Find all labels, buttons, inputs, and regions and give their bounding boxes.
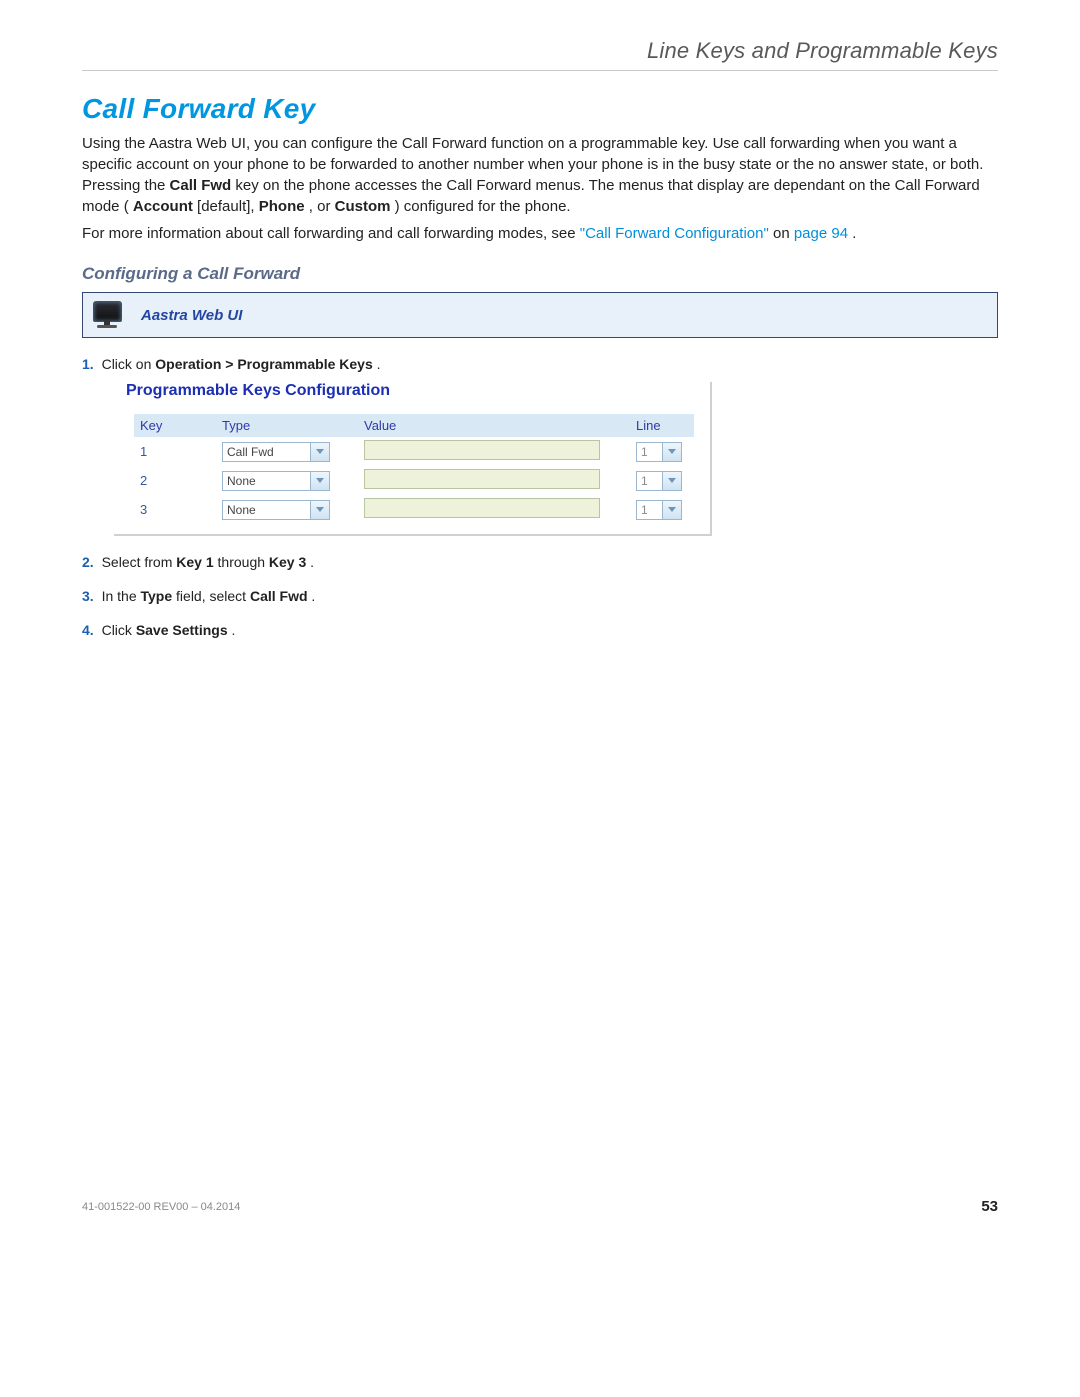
text: through xyxy=(218,554,269,570)
text: . xyxy=(310,554,314,570)
heading-call-forward-key: Call Forward Key xyxy=(82,93,998,125)
chevron-down-icon xyxy=(662,472,681,490)
type-dropdown-key2[interactable]: None xyxy=(222,471,330,491)
text-bold: Save Settings xyxy=(136,622,228,638)
link-page-94[interactable]: page 94 xyxy=(794,225,848,242)
text: . xyxy=(377,356,381,372)
text: on xyxy=(773,225,794,242)
intro-paragraph-1: Using the Aastra Web UI, you can configu… xyxy=(82,133,998,217)
aastra-web-ui-label: Aastra Web UI xyxy=(141,307,242,324)
line-dropdown-key2[interactable]: 1 xyxy=(636,471,682,491)
text-bold: Call Fwd xyxy=(170,177,232,194)
text: . xyxy=(232,622,236,638)
aastra-web-ui-box: Aastra Web UI xyxy=(82,292,998,338)
col-header-key: Key xyxy=(134,414,216,437)
doc-revision: 41-001522-00 REV00 – 04.2014 xyxy=(82,1201,240,1213)
step-3: 3. In the Type field, select Call Fwd . xyxy=(82,588,998,604)
text: . xyxy=(852,225,856,242)
value-input-key3[interactable] xyxy=(364,498,600,518)
link-call-forward-config[interactable]: "Call Forward Configuration" xyxy=(580,225,769,242)
text: . xyxy=(311,588,315,604)
text: Click on xyxy=(102,356,156,372)
col-header-value: Value xyxy=(358,414,630,437)
programmable-keys-table: Key Type Value Line 1 Call Fwd xyxy=(134,414,694,524)
text-bold: Account xyxy=(133,198,193,215)
dropdown-value: None xyxy=(227,503,256,517)
text-bold: Call Fwd xyxy=(250,588,308,604)
chevron-down-icon xyxy=(310,501,329,519)
step-4: 4. Click Save Settings . xyxy=(82,622,998,638)
text-bold: Key 3 xyxy=(269,554,306,570)
step-2: 2. Select from Key 1 through Key 3 . xyxy=(82,554,998,570)
text: ) configured for the phone. xyxy=(395,198,571,215)
text: field, select xyxy=(176,588,250,604)
value-input-key1[interactable] xyxy=(364,440,600,460)
text: In the xyxy=(102,588,141,604)
value-input-key2[interactable] xyxy=(364,469,600,489)
type-dropdown-key1[interactable]: Call Fwd xyxy=(222,442,330,462)
intro-paragraph-2: For more information about call forwardi… xyxy=(82,223,998,244)
text-bold: Key 1 xyxy=(176,554,213,570)
header-divider xyxy=(82,70,998,71)
programmable-keys-panel: Programmable Keys Configuration Key Type… xyxy=(114,382,712,536)
text: Select from xyxy=(102,554,177,570)
type-dropdown-key3[interactable]: None xyxy=(222,500,330,520)
text-bold: Phone xyxy=(259,198,305,215)
table-row: 2 None 1 xyxy=(134,466,694,495)
dropdown-value: 1 xyxy=(641,474,648,488)
cell-key: 3 xyxy=(134,495,216,524)
step-1: 1. Click on Operation > Programmable Key… xyxy=(82,356,998,372)
dropdown-value: 1 xyxy=(641,503,648,517)
text: Click xyxy=(102,622,136,638)
dropdown-value: Call Fwd xyxy=(227,445,274,459)
text-bold: Custom xyxy=(335,198,391,215)
monitor-icon xyxy=(93,301,127,329)
text: For more information about call forwardi… xyxy=(82,225,580,242)
dropdown-value: None xyxy=(227,474,256,488)
step-number: 1. xyxy=(82,356,94,372)
step-number: 3. xyxy=(82,588,94,604)
page-footer: 41-001522-00 REV00 – 04.2014 53 xyxy=(82,1198,998,1215)
line-dropdown-key3[interactable]: 1 xyxy=(636,500,682,520)
text-bold: Operation > Programmable Keys xyxy=(155,356,372,372)
step-number: 2. xyxy=(82,554,94,570)
step-number: 4. xyxy=(82,622,94,638)
cell-key: 1 xyxy=(134,437,216,466)
text: , or xyxy=(309,198,335,215)
col-header-line: Line xyxy=(630,414,694,437)
page-number: 53 xyxy=(981,1198,998,1215)
heading-configuring: Configuring a Call Forward xyxy=(82,264,998,284)
panel-title: Programmable Keys Configuration xyxy=(114,382,710,400)
chevron-down-icon xyxy=(662,443,681,461)
col-header-type: Type xyxy=(216,414,358,437)
chevron-down-icon xyxy=(662,501,681,519)
text-bold: Type xyxy=(141,588,173,604)
cell-key: 2 xyxy=(134,466,216,495)
text: [default], xyxy=(197,198,259,215)
header-section-title: Line Keys and Programmable Keys xyxy=(82,38,998,64)
table-row: 3 None 1 xyxy=(134,495,694,524)
chevron-down-icon xyxy=(310,443,329,461)
chevron-down-icon xyxy=(310,472,329,490)
line-dropdown-key1[interactable]: 1 xyxy=(636,442,682,462)
table-row: 1 Call Fwd 1 xyxy=(134,437,694,466)
dropdown-value: 1 xyxy=(641,445,648,459)
